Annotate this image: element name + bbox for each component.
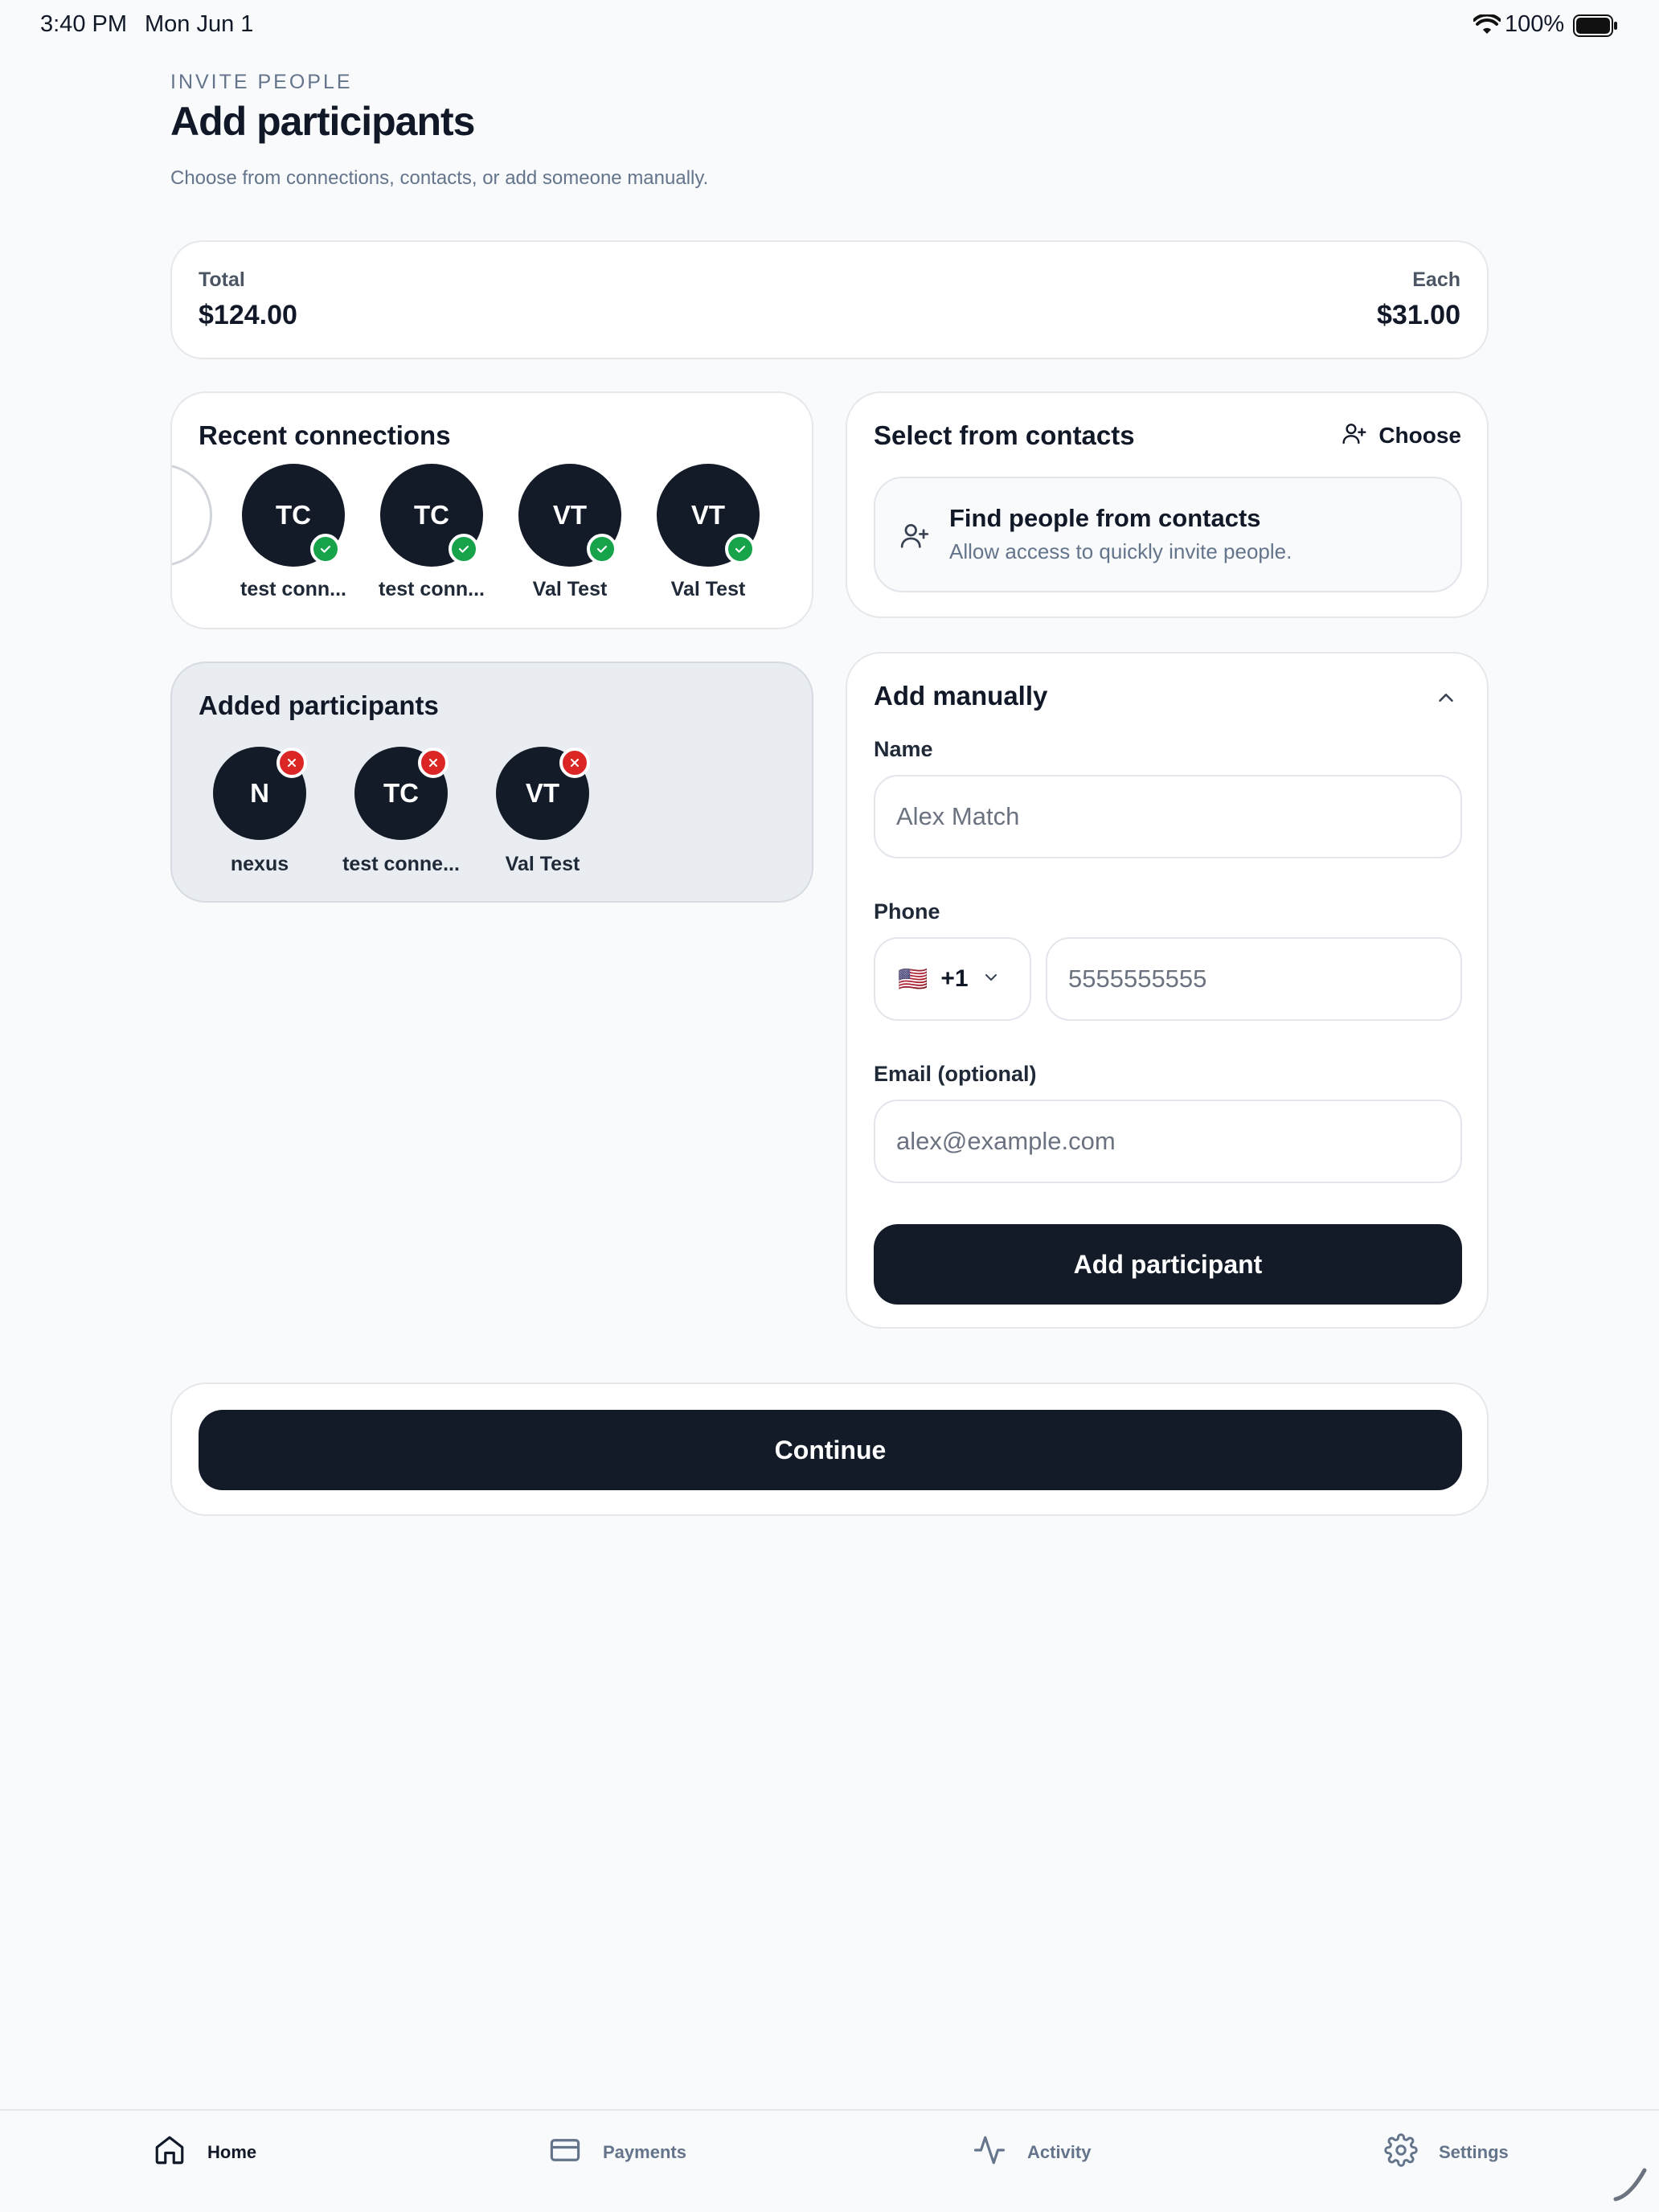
checkmark-icon — [310, 534, 341, 564]
home-icon — [153, 2133, 186, 2172]
connection-name: Val Test — [532, 578, 608, 600]
tab-settings[interactable]: Settings — [1384, 2133, 1509, 2172]
phone-input[interactable]: 5555555555 — [1046, 937, 1462, 1021]
connection-name: Val Test — [670, 578, 746, 600]
connection-name: test conn... — [379, 578, 485, 600]
connection-name: test conn... — [240, 578, 346, 600]
wifi-icon — [1473, 13, 1501, 39]
credit-card-icon — [548, 2133, 582, 2172]
remove-icon[interactable] — [418, 748, 449, 778]
choose-label: Choose — [1378, 422, 1461, 448]
tab-label: Payments — [603, 2142, 686, 2162]
chevron-down-icon — [981, 965, 1001, 993]
tab-label: Settings — [1439, 2142, 1509, 2162]
add-manually-title: Add manually — [874, 681, 1048, 711]
each-label: Each — [1412, 268, 1460, 291]
contacts-card: Select from contacts Choose Find people … — [846, 391, 1489, 618]
page-title: Add participants — [170, 99, 475, 144]
us-flag-icon: 🇺🇸 — [898, 965, 928, 993]
choose-contacts-button[interactable]: Choose — [1342, 420, 1461, 450]
checkmark-icon — [725, 534, 756, 564]
tab-activity[interactable]: Activity — [973, 2133, 1091, 2172]
resize-handle-icon[interactable] — [1612, 2165, 1648, 2206]
participant-name: Val Test — [505, 853, 580, 875]
total-label: Total — [199, 268, 245, 291]
recent-connections-card: Recent connections TC test conn... TC te… — [170, 391, 813, 629]
participant-name: test conne... — [342, 853, 460, 875]
tab-payments[interactable]: Payments — [548, 2133, 686, 2172]
tab-bar: Home Payments Activity Settings — [0, 2109, 1659, 2212]
country-code: +1 — [940, 965, 969, 992]
tab-home[interactable]: Home — [153, 2133, 256, 2172]
each-value: $31.00 — [1377, 300, 1460, 330]
battery-icon — [1573, 14, 1618, 41]
name-input[interactable]: Alex Match — [874, 775, 1462, 858]
checkmark-icon — [587, 534, 617, 564]
status-time: 3:40 PM — [40, 11, 127, 37]
scroll-edge-avatar — [172, 464, 212, 567]
activity-icon — [973, 2133, 1006, 2172]
name-label: Name — [874, 737, 933, 761]
tab-label: Home — [207, 2142, 257, 2162]
add-participant-button[interactable]: Add participant — [874, 1224, 1462, 1305]
add-manually-card: Add manually Name Alex Match Phone 🇺🇸 +1… — [846, 652, 1489, 1329]
continue-card: Continue — [170, 1382, 1489, 1516]
remove-icon[interactable] — [276, 748, 307, 778]
email-input[interactable]: alex@example.com — [874, 1100, 1462, 1183]
find-contacts-title: Find people from contacts — [949, 504, 1261, 532]
phone-label: Phone — [874, 899, 940, 924]
remove-icon[interactable] — [559, 748, 590, 778]
participant-name: nexus — [230, 853, 289, 875]
added-participants-card: Added participants N nexus TC test conne… — [170, 662, 813, 903]
contacts-title: Select from contacts — [874, 420, 1135, 450]
cost-summary-card: Total $124.00 Each $31.00 — [170, 240, 1489, 359]
email-label: Email (optional) — [874, 1062, 1037, 1086]
page-eyebrow: INVITE PEOPLE — [170, 71, 353, 93]
add-user-icon — [1342, 420, 1367, 450]
added-participants-title: Added participants — [199, 690, 439, 720]
battery-percent: 100% — [1505, 11, 1565, 37]
find-contacts-subtitle: Allow access to quickly invite people. — [949, 539, 1292, 563]
continue-button[interactable]: Continue — [199, 1410, 1462, 1490]
country-code-select[interactable]: 🇺🇸 +1 — [874, 937, 1031, 1021]
recent-connections-title: Recent connections — [199, 420, 451, 450]
page-subtitle: Choose from connections, contacts, or ad… — [170, 167, 709, 189]
tab-label: Activity — [1027, 2142, 1092, 2162]
status-date: Mon Jun 1 — [145, 11, 254, 37]
add-user-icon — [899, 520, 930, 555]
gear-icon — [1384, 2133, 1418, 2172]
chevron-up-icon[interactable] — [1434, 686, 1458, 714]
total-value: $124.00 — [199, 300, 297, 330]
checkmark-icon — [449, 534, 479, 564]
find-contacts-button[interactable]: Find people from contacts Allow access t… — [874, 477, 1462, 592]
